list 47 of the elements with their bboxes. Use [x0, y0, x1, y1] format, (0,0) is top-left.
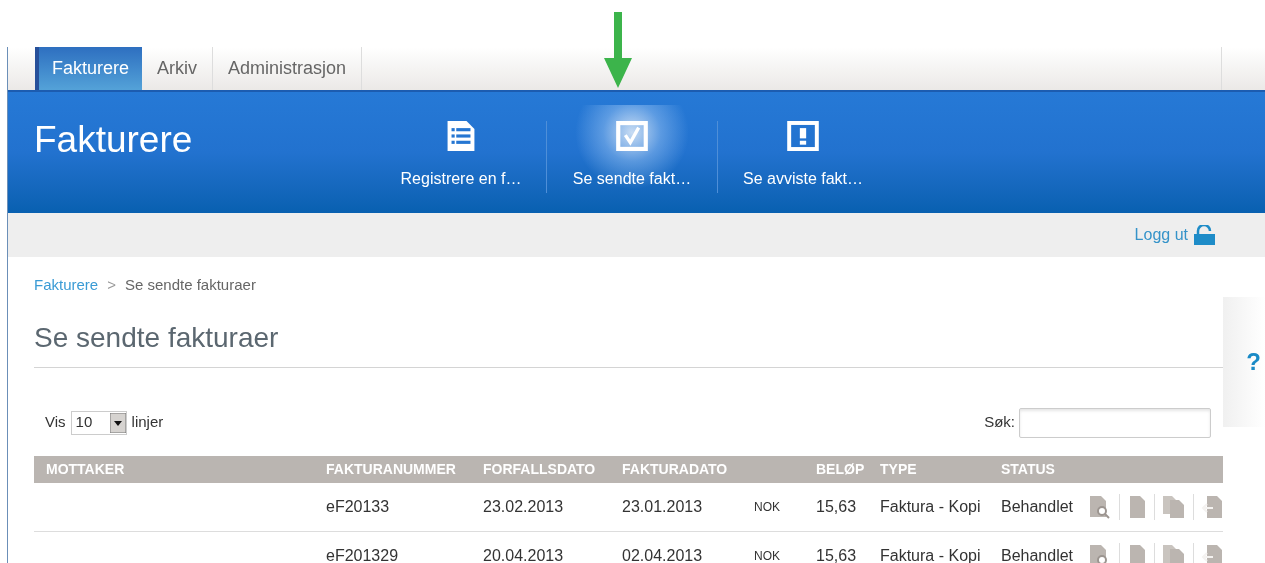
table-cell-text: NOK: [754, 547, 781, 563]
column-header[interactable]: FAKTURADATO: [622, 458, 754, 480]
document-icon[interactable]: [1127, 543, 1147, 563]
table-cell-text: eF20133: [326, 496, 391, 517]
copy-documents-icon[interactable]: [1162, 494, 1186, 519]
page-title: Se sendte fakturaer: [34, 316, 1223, 368]
breadcrumb-separator: >: [107, 275, 116, 295]
table-cell-text: 20.04.2013: [483, 545, 565, 563]
table-cell-text: 15,63: [816, 496, 858, 517]
column-header[interactable]: FAKTURANUMMER: [326, 458, 483, 480]
breadcrumb-current: Se sendte fakturaer: [124, 275, 256, 295]
dropdown-arrow-icon: [109, 412, 126, 433]
breadcrumb-link[interactable]: Fakturere: [34, 274, 99, 297]
nav-action[interactable]: Se avviste fakt…: [718, 105, 888, 191]
lock-icon: [1194, 225, 1215, 245]
logout-link[interactable]: Logg ut: [1134, 223, 1215, 247]
document-arrow-icon[interactable]: [1201, 494, 1225, 519]
column-header[interactable]: MOTTAKER: [46, 458, 326, 480]
show-label: Vis: [45, 412, 66, 433]
document-arrow-icon[interactable]: [1201, 543, 1225, 563]
table-cell-text: 15,63: [816, 545, 858, 563]
document-search-icon[interactable]: [1088, 494, 1112, 519]
table-cell-text: 23.01.2013: [622, 496, 704, 517]
search-label: Søk:: [984, 412, 1015, 433]
search-field[interactable]: [1019, 407, 1211, 438]
column-header[interactable]: BELØP: [816, 458, 880, 480]
table-cell-text: 02.04.2013: [622, 545, 704, 563]
column-header[interactable]: STATUS: [1001, 458, 1088, 480]
table-cell-text: Faktura - Kopi: [880, 496, 982, 517]
nav-action[interactable]: Registrere en f…: [376, 105, 546, 191]
table-cell-text: Faktura - Kopi: [880, 545, 982, 563]
rows-per-page-select[interactable]: 10: [70, 410, 127, 435]
help-button[interactable]: ?: [1246, 344, 1261, 380]
down-arrow-icon: [604, 12, 632, 88]
checkbox-icon: [613, 121, 651, 151]
section-title: Fakturere: [33, 118, 194, 162]
table-cell-text: eF201329: [326, 545, 400, 563]
column-header[interactable]: FORFALLSDATO: [483, 458, 622, 480]
table-cell-text: Behandlet: [1001, 545, 1075, 563]
table-cell-text: Behandlet: [1001, 496, 1075, 517]
copy-documents-icon[interactable]: [1162, 543, 1186, 563]
rows-label: linjer: [131, 412, 164, 433]
table-cell-text: 23.02.2013: [483, 496, 565, 517]
column-header[interactable]: TYPE: [880, 458, 1001, 480]
document-icon[interactable]: [1127, 494, 1147, 519]
tab[interactable]: Fakturere: [35, 47, 143, 90]
table-cell-text: NOK: [754, 498, 781, 516]
